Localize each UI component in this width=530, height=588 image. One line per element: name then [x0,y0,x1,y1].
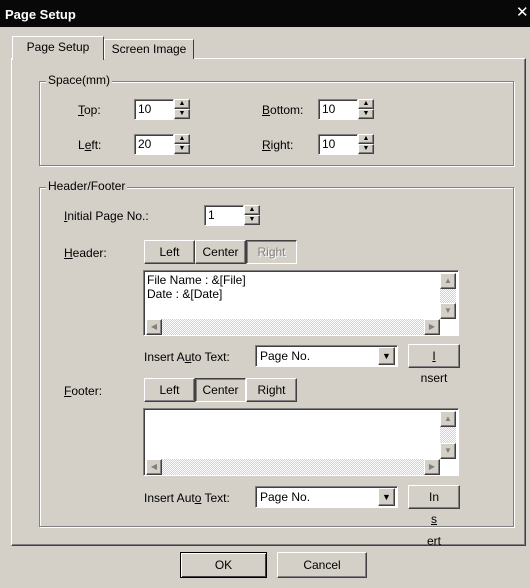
initial-page-input[interactable]: 1 [204,205,244,226]
page-setup-dialog: Page Setup ✕ Page Setup Screen Image Spa… [0,0,530,588]
footer-vscroll[interactable]: ▲ ▼ [440,411,456,459]
tab-page-setup[interactable]: Page Setup [12,36,104,60]
spin-down-icon[interactable]: ▼ [358,144,374,154]
spin-up-icon[interactable]: ▲ [244,205,260,215]
right-input[interactable]: 10 [318,134,358,155]
header-auto-text-label: Insert Auto Text: [144,350,230,364]
footer-auto-text-select[interactable]: Page No. ▼ [255,486,398,508]
footer-left-label: Left [159,383,180,397]
left-input[interactable]: 20 [134,134,174,155]
footer-auto-text-value: Page No. [260,490,311,504]
tab-page-setup-label: Page Setup [26,40,90,54]
header-right-button[interactable]: Right [246,240,297,264]
right-input-value: 10 [322,137,336,151]
header-hscroll[interactable]: ◀ ▶ [146,319,440,335]
close-icon[interactable]: ✕ [516,5,530,22]
header-auto-text-select[interactable]: Page No. ▼ [255,345,398,367]
left-label: Left: [78,138,102,152]
cancel-button[interactable]: Cancel [277,552,367,578]
footer-insert-button[interactable]: In s ert [408,485,460,548]
header-insert-label: Insert [420,349,448,385]
bottom-label: Bottom: [262,103,304,117]
bottom-stepper[interactable]: ▲ ▼ [358,99,374,120]
footer-auto-text-label: Insert Auto Text: [144,491,230,505]
top-input-value: 10 [138,102,152,116]
top-label: Top: [78,103,101,117]
initial-page-value: 1 [208,208,215,222]
footer-right-button[interactable]: Right [246,378,297,402]
left-stepper[interactable]: ▲ ▼ [174,134,190,155]
header-right-label: Right [257,245,286,259]
spin-down-icon[interactable]: ▼ [174,144,190,154]
ok-button[interactable]: OK [180,552,267,578]
footer-hscroll[interactable]: ◀ ▶ [146,459,440,475]
footer-left-button[interactable]: Left [144,378,195,402]
header-vscroll[interactable]: ▲ ▼ [440,273,456,319]
initial-page-stepper[interactable]: ▲ ▼ [244,205,260,226]
spin-up-icon[interactable]: ▲ [174,99,190,109]
header-left-label: Left [159,245,180,259]
bottom-input[interactable]: 10 [318,99,358,120]
scroll-down-icon[interactable]: ▼ [440,443,456,459]
window-title: Page Setup [5,7,76,22]
scroll-right-icon[interactable]: ▶ [424,459,440,475]
header-label: Header: [64,246,107,260]
top-input[interactable]: 10 [134,99,174,120]
chevron-down-icon[interactable]: ▼ [378,347,395,365]
scroll-left-icon[interactable]: ◀ [146,459,162,475]
chevron-down-icon[interactable]: ▼ [378,488,395,506]
header-auto-text-value: Page No. [260,349,311,363]
header-text: File Name : &[File] Date : &[Date] [147,273,246,301]
footer-textarea[interactable]: ▲ ▼ ◀ ▶ [143,408,459,476]
scroll-down-icon[interactable]: ▼ [440,303,456,319]
header-textarea[interactable]: File Name : &[File] Date : &[Date] ▲ ▼ ◀… [143,270,459,336]
footer-center-label: Center [202,383,239,397]
header-insert-button[interactable]: Insert [408,344,460,385]
tab-screen-image[interactable]: Screen Image [104,39,194,59]
scroll-right-icon[interactable]: ▶ [424,319,440,335]
scroll-up-icon[interactable]: ▲ [440,273,456,289]
right-label: Right: [262,138,294,152]
ok-label: OK [214,558,233,572]
header-footer-group-label: Header/Footer [46,179,128,193]
space-group [39,81,514,166]
footer-center-button[interactable]: Center [195,378,246,402]
title-bar: Page Setup ✕ [0,0,530,27]
scroll-left-icon[interactable]: ◀ [146,319,162,335]
scroll-up-icon[interactable]: ▲ [440,411,456,427]
space-group-label: Space(mm) [46,73,113,87]
top-stepper[interactable]: ▲ ▼ [174,99,190,120]
spin-down-icon[interactable]: ▼ [174,109,190,119]
left-input-value: 20 [138,137,152,151]
tab-screen-image-label: Screen Image [111,42,187,56]
spin-down-icon[interactable]: ▼ [358,109,374,119]
bottom-input-value: 10 [322,102,336,116]
spin-down-icon[interactable]: ▼ [244,215,260,225]
spin-up-icon[interactable]: ▲ [358,99,374,109]
header-center-label: Center [202,245,239,259]
footer-label: Footer: [64,384,103,398]
spin-up-icon[interactable]: ▲ [358,134,374,144]
initial-page-label: Initial Page No.: [64,209,149,223]
footer-insert-label: In s ert [426,490,441,548]
spin-up-icon[interactable]: ▲ [174,134,190,144]
cancel-label: Cancel [303,558,341,572]
right-stepper[interactable]: ▲ ▼ [358,134,374,155]
header-center-button[interactable]: Center [195,240,246,264]
footer-right-label: Right [257,383,286,397]
header-left-button[interactable]: Left [144,240,195,264]
